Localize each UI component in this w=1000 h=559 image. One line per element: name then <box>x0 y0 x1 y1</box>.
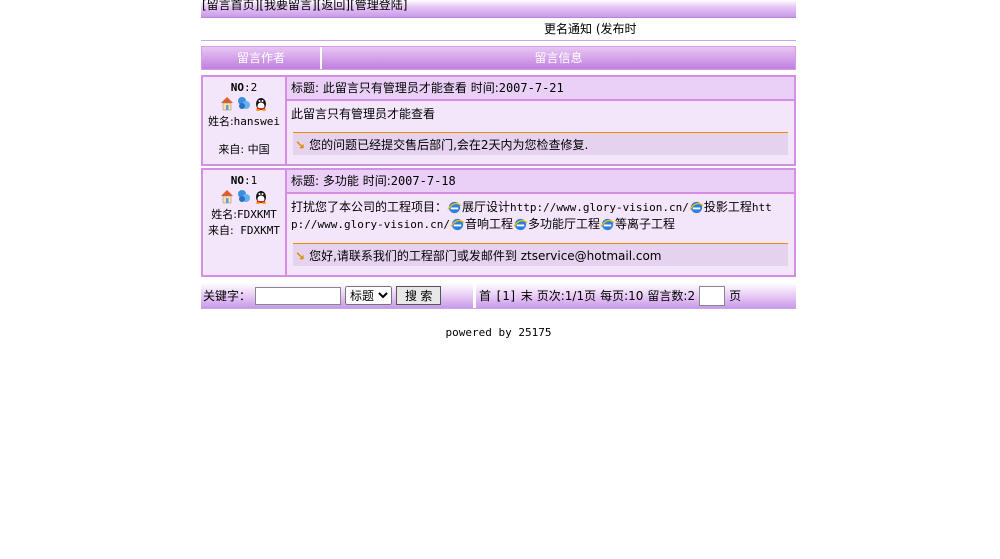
message-title-row: 标题: 此留言只有管理员才能查看 时间:2007-7-21 <box>287 77 794 101</box>
reply-text: 您的问题已经提交售后部门,会在2天内为您检查修复. <box>309 138 589 152</box>
message-title-row: 标题: 多功能 时间:2007-7-18 <box>287 170 794 194</box>
project-url[interactable]: http://www.glory-vision.cn/ <box>510 201 689 214</box>
nav-admin-login[interactable]: [管理登陆] <box>350 0 407 12</box>
page-info: 页次:1/1页 <box>536 289 597 303</box>
search-form: 关键字： 标题 搜 索 <box>201 283 473 308</box>
header-author: 留言作者 <box>202 47 322 69</box>
ie-icon <box>450 218 465 231</box>
current-page: [1] <box>495 288 517 303</box>
message-title: 此留言只有管理员才能查看 <box>319 81 467 95</box>
message-author: NO:2 姓名:hanswei 来自: 中国 <box>203 77 287 164</box>
qq-icon[interactable] <box>253 95 269 111</box>
home-icon[interactable] <box>219 188 235 204</box>
message-body: 此留言只有管理员才能查看 ↘ 您的问题已经提交售后部门,会在2天内为您检查修复. <box>287 101 794 164</box>
project-link-audio[interactable]: 音响工程 <box>465 217 513 231</box>
admin-reply: ↘ 您好,请联系我们的工程部门或发邮件到 ztservice@hotmail.c… <box>293 243 788 266</box>
qq-icon[interactable] <box>253 188 269 204</box>
message-number: NO:2 <box>230 81 258 94</box>
message-title: 多功能 <box>319 174 359 188</box>
nav-back[interactable]: [返回] <box>317 0 350 12</box>
author-name: 姓名:hanswei <box>207 115 281 128</box>
last-page-link[interactable]: 末 <box>521 287 533 304</box>
message-text: 打扰您了本公司的工程项目： 展厅设计http://www.glory-vision… <box>291 200 772 231</box>
search-field-select[interactable]: 标题 <box>345 286 393 305</box>
page-suffix: 页 <box>729 289 742 303</box>
message-number: NO:1 <box>230 174 258 187</box>
keyword-label: 关键字： <box>203 289 252 303</box>
header-info: 留言信息 <box>534 51 583 65</box>
reply-arrow-icon: ↘ <box>295 138 306 152</box>
author-from: 来自: 中国 <box>218 143 270 156</box>
reply-text: 您好,请联系我们的工程部门或发邮件到 ztservice@hotmail.com <box>309 249 662 263</box>
message-content: 标题: 此留言只有管理员才能查看 时间:2007-7-21 此留言只有管理员才能… <box>287 77 794 164</box>
author-name: 姓名:FDXKMT <box>211 208 277 221</box>
per-page-info: 每页:10 <box>600 289 644 303</box>
table-header: 留言作者 留言信息 <box>201 46 796 70</box>
project-link-projection[interactable]: 投影工程 <box>704 200 752 214</box>
ie-icon <box>513 218 528 231</box>
author-icons <box>204 188 284 204</box>
project-link-plasma[interactable]: 等离子工程 <box>615 217 675 231</box>
message-count: 留言数:2 <box>647 289 696 303</box>
message-time: 2007-7-21 <box>498 81 564 95</box>
msn-icon[interactable] <box>236 188 252 204</box>
admin-reply: ↘ 您的问题已经提交售后部门,会在2天内为您检查修复. <box>293 132 788 155</box>
footer-powered-by: powered by 25175 <box>445 326 552 339</box>
reply-arrow-icon: ↘ <box>295 249 306 263</box>
message-time: 2007-7-18 <box>390 174 456 188</box>
nav-guestbook-home[interactable]: [留言首页] <box>202 0 259 12</box>
pager: 首 [1] 末 页次:1/1页 每页:10 留言数:2 页 <box>476 283 796 308</box>
ie-icon <box>447 201 462 214</box>
goto-page-input[interactable] <box>699 285 726 306</box>
ie-icon <box>600 218 615 231</box>
msn-icon[interactable] <box>236 95 252 111</box>
keyword-input[interactable] <box>255 286 342 305</box>
search-pager-bar: 关键字： 标题 搜 索 首 [1] 末 页次:1/1页 每页:10 留言数:2 … <box>201 283 796 309</box>
nav-post-message[interactable]: [我要留言] <box>259 0 316 12</box>
message-author: NO:1 姓名:FDXKMT 来自: FDXKMT <box>203 170 287 275</box>
ie-icon <box>689 201 704 214</box>
message-text: 此留言只有管理员才能查看 <box>291 107 436 121</box>
search-button[interactable]: 搜 索 <box>396 286 442 305</box>
author-from: 来自: FDXKMT <box>207 224 281 237</box>
page-container: [留言首页][我要留言][返回][管理登陆] 更名通知 (发布时 留言作者 留言… <box>201 0 796 339</box>
message-item: NO:1 姓名:FDXKMT 来自: FDXKMT 标题: 多功能 时间:200… <box>201 168 796 277</box>
message-item: NO:2 姓名:hanswei 来自: 中国 标题: 此留言只有管理员才能查看 … <box>201 75 796 166</box>
notice-marquee[interactable]: 更名通知 (发布时 <box>201 18 796 41</box>
author-icons <box>204 95 284 111</box>
home-icon[interactable] <box>219 95 235 111</box>
project-link-multifunction[interactable]: 多功能厅工程 <box>528 217 600 231</box>
notice-text[interactable]: 更名通知 (发布时 <box>544 22 637 36</box>
project-link-exhibition[interactable]: 展厅设计 <box>462 200 510 214</box>
first-page-link[interactable]: 首 <box>479 287 491 304</box>
message-body: 打扰您了本公司的工程项目： 展厅设计http://www.glory-vision… <box>287 194 794 275</box>
message-content: 标题: 多功能 时间:2007-7-18 打扰您了本公司的工程项目： 展厅设计ht… <box>287 170 794 275</box>
top-nav: [留言首页][我要留言][返回][管理登陆] <box>201 0 796 18</box>
